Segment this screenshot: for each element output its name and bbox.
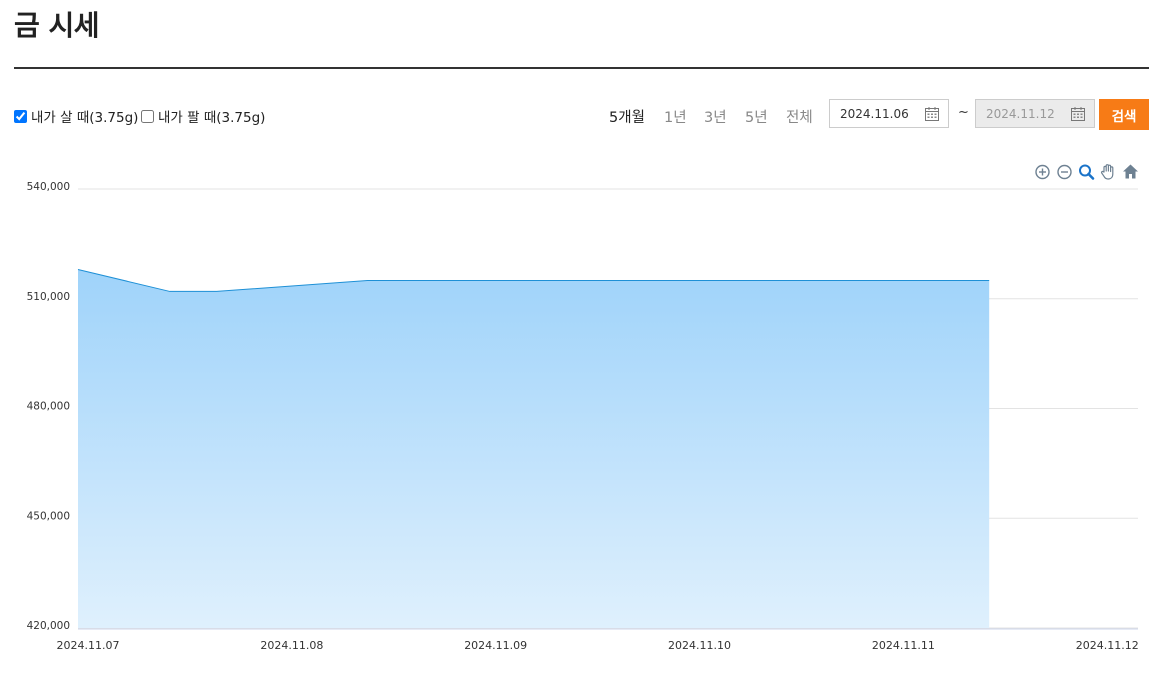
x-tick-label: 2024.11.10 bbox=[668, 639, 731, 652]
period-3-years[interactable]: 3년 bbox=[704, 106, 727, 127]
y-tick-label: 450,000 bbox=[27, 510, 70, 522]
date-range-separator: ~ bbox=[958, 105, 969, 120]
start-date-field[interactable]: 2024.11.06 bbox=[829, 99, 949, 128]
search-button[interactable]: 검색 bbox=[1099, 99, 1149, 130]
x-tick-label: 2024.11.08 bbox=[260, 639, 323, 652]
calendar-icon[interactable] bbox=[1070, 106, 1086, 122]
calendar-icon[interactable] bbox=[924, 106, 940, 122]
end-date-value: 2024.11.12 bbox=[986, 107, 1055, 121]
sell-price-option[interactable]: 내가 팔 때(3.75g) bbox=[141, 106, 265, 126]
y-tick-label: 540,000 bbox=[27, 181, 70, 193]
buy-price-checkbox[interactable] bbox=[14, 109, 27, 123]
x-tick-label: 2024.11.11 bbox=[872, 639, 935, 652]
period-5-months[interactable]: 5개월 bbox=[609, 106, 645, 127]
sell-price-label: 내가 팔 때(3.75g) bbox=[158, 110, 266, 126]
end-date-field[interactable]: 2024.11.12 bbox=[975, 99, 1095, 128]
chart-series bbox=[77, 268, 990, 628]
period-1-year[interactable]: 1년 bbox=[664, 106, 687, 127]
y-tick-label: 480,000 bbox=[27, 401, 70, 413]
sell-price-checkbox[interactable] bbox=[141, 109, 154, 123]
period-all[interactable]: 전체 bbox=[786, 106, 813, 127]
y-tick-label: 420,000 bbox=[27, 620, 70, 632]
series-area bbox=[78, 269, 990, 628]
buy-price-option[interactable]: 내가 살 때(3.75g) bbox=[14, 106, 138, 126]
period-5-years[interactable]: 5년 bbox=[745, 106, 768, 127]
start-date-value: 2024.11.06 bbox=[840, 107, 909, 121]
buy-price-label: 내가 살 때(3.75g) bbox=[31, 110, 139, 126]
title-divider bbox=[14, 67, 1149, 69]
x-tick-label: 2024.11.07 bbox=[57, 639, 120, 652]
x-tick-label: 2024.11.12 bbox=[1076, 639, 1139, 652]
filter-bar: 내가 살 때(3.75g) 내가 팔 때(3.75g) 5개월 1년 3년 5년… bbox=[14, 99, 1149, 130]
page-title: 금 시세 bbox=[14, 9, 100, 42]
y-tick-label: 510,000 bbox=[27, 291, 70, 303]
price-chart: 420,000 450,000 480,000 510,000 540,000 2024.… bbox=[27, 181, 1139, 652]
x-tick-label: 2024.11.09 bbox=[464, 639, 527, 652]
